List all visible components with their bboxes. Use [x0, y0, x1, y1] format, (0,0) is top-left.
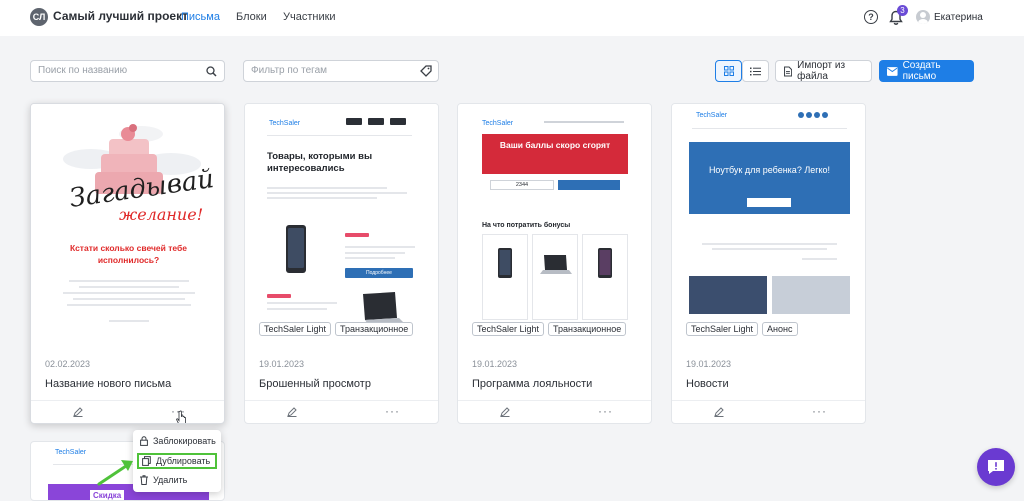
menu-item-duplicate[interactable]: Дублировать [137, 453, 218, 469]
menu-item-delete[interactable]: Удалить [140, 475, 187, 485]
letter-title[interactable]: Новости [686, 378, 729, 390]
search-input[interactable] [38, 65, 198, 76]
copy-icon [142, 456, 151, 466]
tag-list: TechSaler Light Транзакционное [259, 322, 414, 336]
tag[interactable]: TechSaler Light [259, 322, 332, 336]
create-letter-button[interactable]: Создать письмо [879, 60, 974, 82]
letter-preview[interactable]: TechSaler Ноутбук для ребенка? Легко! [672, 104, 865, 347]
preview-brand-text: TechSaler [55, 449, 87, 456]
tag[interactable]: TechSaler Light [472, 322, 545, 336]
grid-icon [723, 66, 734, 76]
card-context-menu: Заблокировать Дублировать Удалить [133, 430, 221, 492]
letter-title[interactable]: Брошенный просмотр [259, 378, 371, 390]
tag[interactable]: Анонс [762, 322, 798, 336]
file-icon [784, 66, 793, 76]
menu-item-label: Удалить [153, 475, 188, 485]
import-button[interactable]: Импорт из файла [775, 60, 872, 82]
menu-item-lock[interactable]: Заблокировать [140, 436, 216, 446]
tag-filter[interactable] [243, 60, 439, 82]
list-icon [750, 67, 761, 75]
list-view-button[interactable] [742, 60, 769, 82]
tag[interactable]: TechSaler Light [686, 322, 759, 336]
notifications-badge: 3 [897, 5, 908, 16]
preview-button: Подробнее [345, 268, 413, 278]
nav-participants[interactable]: Участники [283, 11, 336, 23]
more-icon[interactable]: ··· [385, 404, 400, 418]
letter-date: 02.02.2023 [45, 359, 91, 369]
import-button-label: Импорт из файла [797, 60, 846, 82]
phone-image [286, 225, 306, 273]
card-actions: ··· [458, 400, 651, 423]
preview-banner: Ваши баллы скоро сгорят [499, 140, 611, 150]
user-name[interactable]: Екатерина [934, 12, 983, 23]
grid-view-button[interactable] [715, 60, 742, 82]
phone-image [598, 248, 612, 278]
more-icon[interactable]: ··· [598, 404, 613, 418]
preview-sale: Скидка [90, 490, 125, 500]
preview-script-subtitle: желание! [119, 205, 204, 224]
letter-date: 19.01.2023 [472, 359, 518, 369]
laptop-image [540, 255, 572, 274]
phone-image [498, 248, 512, 278]
support-chat-button[interactable] [977, 448, 1015, 486]
preview-brand-text: TechSaler [696, 112, 728, 119]
letter-preview[interactable]: TechSaler Товары, которыми вы интересова… [245, 104, 438, 347]
letter-date: 19.01.2023 [259, 359, 305, 369]
nav-letters[interactable]: Письма [181, 11, 220, 23]
letter-card[interactable]: TechSaler Товары, которыми вы интересова… [244, 103, 439, 424]
card-actions: ··· [672, 400, 865, 423]
tag[interactable]: Транзакционное [548, 322, 627, 336]
pencil-icon[interactable] [73, 407, 83, 417]
menu-item-label: Заблокировать [153, 436, 216, 446]
project-logo[interactable]: СЛ [30, 8, 48, 26]
preview-section-title: На что потратить бонусы [482, 222, 571, 229]
arrow-annotation-icon [97, 460, 133, 486]
lock-icon [140, 436, 148, 446]
letter-card[interactable]: TechSaler Ноутбук для ребенка? Легко! Te… [671, 103, 866, 424]
letter-card[interactable]: TechSaler Ваши баллы скоро сгорят 2344 Н… [457, 103, 652, 424]
preview-brand: TechSaler [269, 120, 300, 127]
tag-icon [420, 65, 432, 77]
letter-title[interactable]: Название нового письма [45, 378, 171, 390]
tag[interactable]: Транзакционное [335, 322, 414, 336]
pencil-icon[interactable] [500, 407, 510, 417]
envelope-icon [887, 66, 898, 76]
letter-preview[interactable]: Загадывай желание! Кстати сколько свечей… [31, 104, 224, 347]
letter-card[interactable]: Загадывай желание! Кстати сколько свечей… [30, 103, 225, 424]
preview-headline: Товары, которыми вы интересовались [267, 151, 373, 174]
chat-icon [988, 460, 1004, 474]
preview-hero: Ноутбук для ребенка? Легко! [708, 165, 831, 175]
search-icon[interactable] [206, 66, 217, 77]
search-field[interactable] [30, 60, 225, 82]
hand-cursor-icon [176, 410, 186, 423]
letter-title[interactable]: Программа лояльности [472, 378, 592, 390]
preview-brand: TechSaler [482, 120, 513, 127]
card-actions: ··· [31, 400, 224, 423]
tag-list: TechSaler Light Анонс [686, 322, 798, 336]
create-letter-button-label: Создать письмо [902, 60, 941, 82]
top-bar: СЛ Самый лучший проект Письма Блоки Учас… [0, 0, 1024, 36]
help-icon[interactable]: ? [864, 10, 878, 24]
preview-brand-text: TechSaler [482, 120, 514, 127]
tag-filter-input[interactable] [251, 65, 411, 76]
preview-brand-text: TechSaler [269, 120, 301, 127]
preview-brand: TechSaler [696, 112, 727, 119]
more-icon[interactable]: ··· [812, 404, 827, 418]
preview-brand: TechSaler [55, 449, 86, 456]
card-actions: ··· [245, 400, 438, 423]
tag-list: TechSaler Light Транзакционное [472, 322, 627, 336]
trash-icon [140, 475, 148, 485]
menu-item-label: Дублировать [156, 456, 211, 466]
project-name[interactable]: Самый лучший проект [53, 9, 188, 23]
preview-headline: Кстати сколько свечей тебе исполнилось? [70, 243, 187, 265]
pencil-icon[interactable] [287, 407, 297, 417]
letter-preview[interactable]: TechSaler Ваши баллы скоро сгорят 2344 Н… [458, 104, 651, 347]
letter-date: 19.01.2023 [686, 359, 732, 369]
nav-blocks[interactable]: Блоки [236, 11, 267, 23]
pencil-icon[interactable] [714, 407, 724, 417]
preview-points: 2344 [490, 180, 554, 190]
avatar[interactable] [916, 10, 930, 24]
